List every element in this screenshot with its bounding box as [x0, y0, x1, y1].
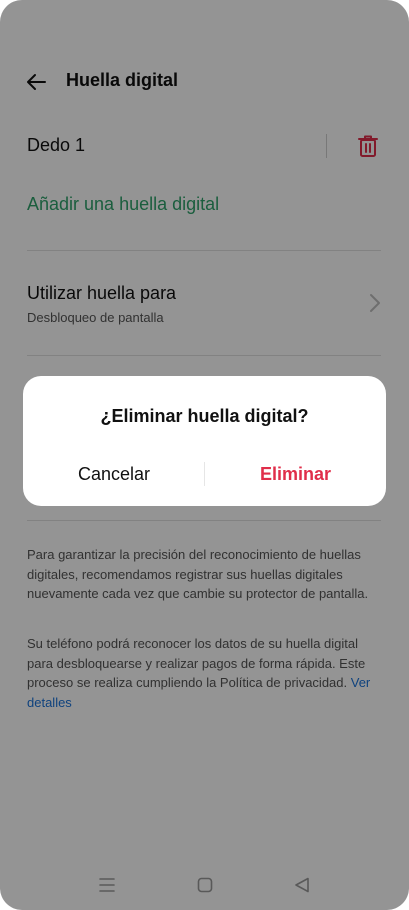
phone-screen: 10:00 Huella digital Dedo 1 Añadir una h… [0, 0, 409, 910]
cancel-button[interactable]: Cancelar [23, 460, 205, 488]
delete-fingerprint-dialog: ¿Eliminar huella digital? Cancelar Elimi… [23, 376, 386, 506]
delete-button[interactable]: Eliminar [205, 460, 386, 488]
dialog-title: ¿Eliminar huella digital? [100, 406, 309, 426]
